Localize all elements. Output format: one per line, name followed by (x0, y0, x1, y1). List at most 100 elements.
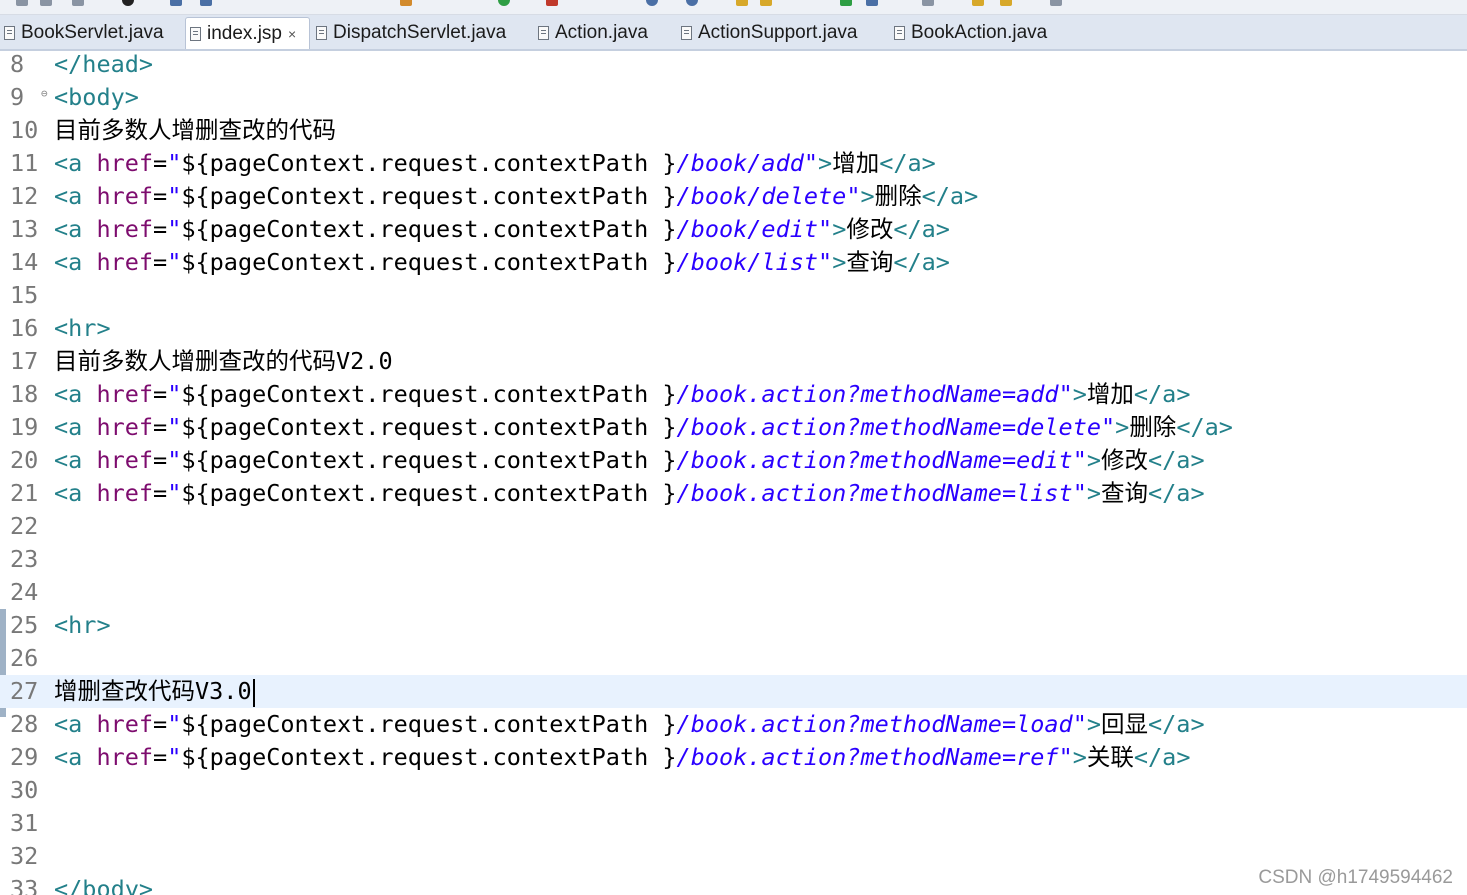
code-token: " (1072, 710, 1087, 738)
code-line[interactable]: 10 目前多数人增删查改的代码 (0, 114, 1467, 147)
code-token: ${pageContext.request.contextPath } (181, 446, 677, 474)
code-line[interactable]: 32 (0, 840, 1467, 873)
editor-tab-bar: BookServlet.java index.jsp × DispatchSer… (0, 15, 1467, 51)
tab-label: BookServlet.java (21, 22, 164, 43)
code-token: <a (54, 248, 97, 276)
code-token: </a> (1133, 743, 1191, 771)
code-token: /book.action?methodName=load (676, 710, 1073, 738)
code-token: > (1086, 710, 1102, 738)
toolbar-icon[interactable] (1000, 0, 1012, 6)
code-line[interactable]: 15 (0, 279, 1467, 312)
toolbar-icon[interactable] (170, 0, 182, 6)
code-token: " (1101, 413, 1116, 441)
toolbar-icon[interactable] (866, 0, 878, 6)
code-line[interactable]: 20 <a href="${pageContext.request.contex… (0, 444, 1467, 477)
code-token: = (153, 743, 168, 771)
line-number: 27 (10, 677, 39, 705)
code-token: " (167, 743, 182, 771)
close-icon[interactable]: × (288, 26, 296, 42)
code-token: > (1086, 479, 1102, 507)
code-token: <hr> (54, 611, 111, 639)
code-line[interactable]: 19 <a href="${pageContext.request.contex… (0, 411, 1467, 444)
toolbar-icon[interactable] (760, 0, 772, 6)
line-number: 19 (10, 413, 39, 441)
code-line[interactable]: 16 <hr> (0, 312, 1467, 345)
code-line[interactable]: 26 (0, 642, 1467, 675)
code-token: </a> (1148, 446, 1205, 474)
code-token: </a> (921, 182, 979, 210)
line-number: 12 (10, 182, 39, 210)
toolbar-icon[interactable] (40, 0, 52, 6)
code-line[interactable]: 11 <a href="${pageContext.request.contex… (0, 147, 1467, 180)
line-number: 17 (10, 347, 39, 375)
line-number: 23 (10, 545, 39, 573)
code-line[interactable]: 17 目前多数人增删查改的代码V2.0 (0, 345, 1467, 378)
code-line[interactable]: 13 <a href="${pageContext.request.contex… (0, 213, 1467, 246)
fold-marker-icon[interactable]: ⊖ (41, 81, 48, 107)
code-line[interactable]: 9 ⊖ <body> (0, 81, 1467, 114)
toolbar-icon[interactable] (200, 0, 212, 6)
code-line[interactable]: 21 <a href="${pageContext.request.contex… (0, 477, 1467, 510)
code-token: = (153, 446, 168, 474)
code-line[interactable]: 28 <a href="${pageContext.request.contex… (0, 708, 1467, 741)
toolbar-icon[interactable] (736, 0, 748, 6)
code-token: 查询 (846, 248, 894, 276)
code-line[interactable]: 22 (0, 510, 1467, 543)
tab-actionsupport[interactable]: ActionSupport.java (677, 17, 887, 49)
code-line[interactable]: 33 </body> (0, 873, 1467, 895)
code-token: </a> (1148, 710, 1205, 738)
code-token: " (1072, 446, 1087, 474)
toolbar-icon[interactable] (686, 0, 698, 6)
toolbar-icon[interactable] (72, 0, 84, 6)
tab-action[interactable]: Action.java (534, 17, 674, 49)
code-token: " (846, 182, 861, 210)
toolbar-icon[interactable] (1050, 0, 1062, 6)
code-token: </a> (879, 149, 936, 177)
code-line[interactable]: 25 <hr> (0, 609, 1467, 642)
toolbar-icon[interactable] (840, 0, 852, 6)
code-editor[interactable]: 8 </head> 9 ⊖ <body> 10 目前多数人增删查改的代码 11 … (0, 51, 1467, 895)
code-token: = (153, 413, 168, 441)
code-token: = (153, 248, 168, 276)
code-token: " (167, 479, 182, 507)
code-line[interactable]: 23 (0, 543, 1467, 576)
toolbar-icon[interactable] (122, 0, 134, 6)
code-line[interactable]: 31 (0, 807, 1467, 840)
code-line-current[interactable]: 27 增删查改代码V3.0 (0, 675, 1467, 708)
line-number: 16 (10, 314, 39, 342)
code-line[interactable]: 14 <a href="${pageContext.request.contex… (0, 246, 1467, 279)
tab-dispatchservlet[interactable]: DispatchServlet.java (312, 17, 532, 49)
line-number: 9 (10, 83, 25, 111)
code-token: ${pageContext.request.contextPath } (181, 248, 677, 276)
toolbar-icon[interactable] (646, 0, 658, 6)
toolbar-icon[interactable] (546, 0, 558, 6)
code-line[interactable]: 8 </head> (0, 51, 1467, 81)
toolbar-icon[interactable] (16, 0, 28, 6)
code-token: " (167, 182, 182, 210)
code-line[interactable]: 12 <a href="${pageContext.request.contex… (0, 180, 1467, 213)
code-token: ${pageContext.request.contextPath } (181, 413, 677, 441)
code-line[interactable]: 29 <a href="${pageContext.request.contex… (0, 741, 1467, 774)
code-line[interactable]: 30 (0, 774, 1467, 807)
tab-bookservlet[interactable]: BookServlet.java (0, 17, 184, 49)
code-token: 目前多数人增删查改的代码 (54, 116, 336, 144)
toolbar-icon[interactable] (498, 0, 510, 6)
toolbar-icon[interactable] (922, 0, 934, 6)
code-token: > (832, 215, 847, 243)
code-token: </a> (1176, 413, 1233, 441)
toolbar-icon[interactable] (400, 0, 412, 6)
code-line[interactable]: 18 <a href="${pageContext.request.contex… (0, 378, 1467, 411)
tab-label: ActionSupport.java (698, 22, 858, 43)
text-caret (252, 678, 255, 707)
code-token: > (1072, 743, 1087, 771)
code-token: href (96, 479, 154, 507)
tab-bookaction[interactable]: BookAction.java (890, 17, 1070, 49)
line-number: 10 (10, 116, 39, 144)
code-line[interactable]: 24 (0, 576, 1467, 609)
line-number: 11 (10, 149, 39, 177)
tab-index-jsp[interactable]: index.jsp × (185, 17, 310, 49)
toolbar-icon[interactable] (972, 0, 984, 6)
line-number: 29 (10, 743, 39, 771)
code-token: > (860, 182, 875, 210)
code-token: > (1072, 380, 1087, 408)
